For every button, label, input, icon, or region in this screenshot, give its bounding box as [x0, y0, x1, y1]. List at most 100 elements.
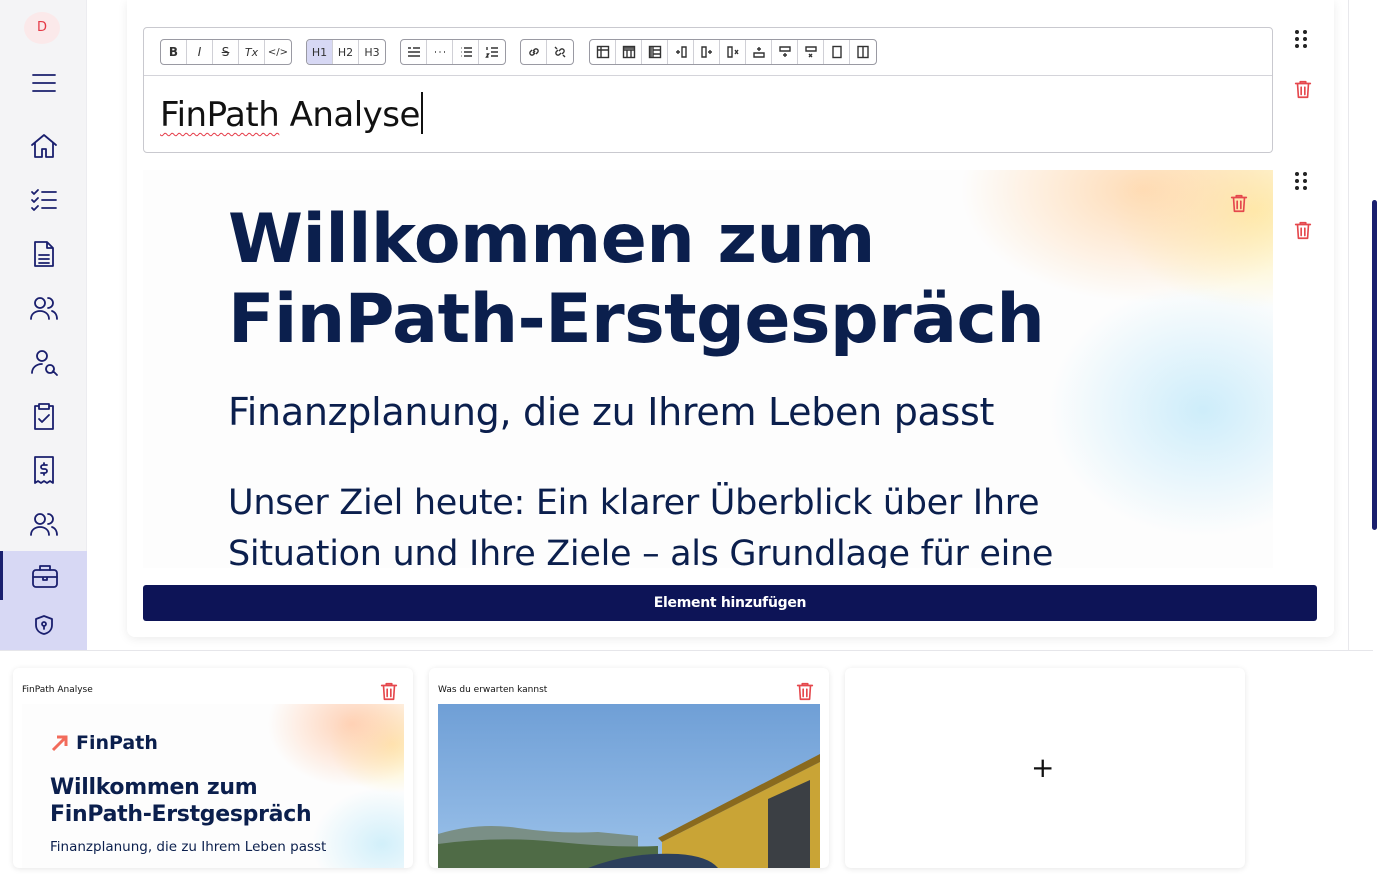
- logo-text: FinPath: [76, 732, 158, 754]
- receipt-dollar-icon: [33, 456, 54, 484]
- toggle-header-row-button[interactable]: [616, 40, 642, 64]
- merge-cells-icon: [831, 45, 842, 59]
- sidebar-item-tasks[interactable]: [0, 178, 87, 222]
- clear-format-button[interactable]: Tx: [239, 40, 265, 64]
- toolbar-group-blocks: [400, 39, 506, 65]
- menu-button[interactable]: [0, 61, 87, 105]
- users-icon: [29, 297, 58, 320]
- code-button[interactable]: </>: [265, 40, 291, 64]
- col-delete-icon: [726, 46, 739, 58]
- quote-button[interactable]: [401, 40, 427, 64]
- thumbnail-title: FinPath Analyse: [22, 685, 93, 695]
- preview-heading-line1: Willkommen zum: [228, 200, 875, 279]
- bullet-list-button[interactable]: [453, 40, 479, 64]
- sidebar-item-team[interactable]: [0, 502, 87, 546]
- toggle-header-col-button[interactable]: [642, 40, 668, 64]
- add-element-button[interactable]: Element hinzufügen: [143, 585, 1317, 621]
- italic-button[interactable]: I: [187, 40, 213, 64]
- merge-cells-button[interactable]: [824, 40, 850, 64]
- shield-icon: [34, 615, 53, 635]
- text-caret: [420, 92, 423, 134]
- trash-icon: [1294, 221, 1312, 240]
- sidebar-item-billing[interactable]: [0, 448, 87, 492]
- split-cell-button[interactable]: [850, 40, 876, 64]
- horizontal-rule-icon: [434, 51, 445, 53]
- unlink-button[interactable]: [547, 40, 573, 64]
- finpath-logo: FinPath: [50, 732, 158, 754]
- horizontal-rule-button[interactable]: [427, 40, 453, 64]
- sidebar-item-contacts[interactable]: [0, 286, 87, 330]
- avatar[interactable]: D: [24, 12, 60, 44]
- h1-button[interactable]: H1: [307, 40, 333, 64]
- sidebar-item-documents[interactable]: [0, 232, 87, 276]
- thumbnail-heading-line1: Willkommen zum: [50, 775, 258, 800]
- hamburger-icon: [31, 74, 56, 92]
- thumbnail-title: Was du erwarten kannst: [438, 685, 548, 695]
- thumbnail-subtitle: Finanzplanung, die zu Ihrem Leben passt: [50, 839, 327, 855]
- plus-icon: +: [1031, 751, 1055, 784]
- user-search-icon: [30, 350, 58, 376]
- document-icon: [33, 241, 54, 267]
- sidebar-item-security[interactable]: [0, 600, 87, 650]
- ordered-list-button[interactable]: [479, 40, 505, 64]
- bullet-list-icon: [460, 47, 472, 57]
- add-row-after-button[interactable]: [772, 40, 798, 64]
- drag-handle-block-1[interactable]: [1292, 28, 1312, 52]
- checklist-icon: [30, 189, 57, 211]
- bold-button[interactable]: B: [161, 40, 187, 64]
- panel-divider: [1348, 0, 1349, 650]
- link-button[interactable]: [521, 40, 547, 64]
- unlink-icon: [554, 46, 566, 58]
- delete-preview-image-button[interactable]: [1228, 192, 1250, 214]
- delete-block-1-button[interactable]: [1292, 78, 1314, 100]
- trash-icon: [1230, 194, 1248, 213]
- table-header-row-icon: [622, 45, 635, 59]
- rich-text-editor: B I S Tx </> H1 H2 H3 FinPath Analyse: [143, 27, 1273, 153]
- add-col-before-button[interactable]: [668, 40, 694, 64]
- editor-content[interactable]: FinPath Analyse: [160, 92, 423, 135]
- row-delete-icon: [804, 46, 817, 58]
- slide-thumbnail-2[interactable]: Was du erwarten kannst: [429, 668, 829, 868]
- arrow-logo-icon: [51, 735, 68, 752]
- app-root: D B I S Tx </> H1 H2 H3 FinPath Analyse …: [0, 0, 1377, 886]
- toolbar-group-format: B I S Tx </>: [160, 39, 292, 65]
- sidebar-item-search-person[interactable]: [0, 340, 87, 384]
- delete-block-2-button[interactable]: [1292, 219, 1314, 241]
- sidebar-item-portfolio[interactable]: [0, 551, 87, 601]
- slide-thumbnail-1[interactable]: FinPath Analyse FinPath Willkommen zum F…: [13, 668, 413, 868]
- row-after-icon: [778, 46, 791, 57]
- toolbar-group-headings: H1 H2 H3: [306, 39, 386, 65]
- thumbnail-photo: [438, 704, 820, 868]
- sidebar-item-home[interactable]: [0, 124, 87, 168]
- photo-scene: [438, 754, 820, 868]
- drag-handle-block-2[interactable]: [1292, 170, 1312, 194]
- insert-table-button[interactable]: [590, 40, 616, 64]
- slide-preview: Willkommen zum FinPath-Erstgespräch Fina…: [143, 170, 1273, 568]
- split-cell-icon: [857, 45, 869, 59]
- add-row-before-button[interactable]: [746, 40, 772, 64]
- thumbnail-preview-image: FinPath Willkommen zum FinPath-Erstgespr…: [22, 704, 404, 868]
- preview-body-line2: Situation und Ihre Ziele – als Grundlage…: [228, 534, 1054, 568]
- strike-button[interactable]: S: [213, 40, 239, 64]
- add-col-after-button[interactable]: [694, 40, 720, 64]
- quote-icon: [407, 47, 420, 57]
- scrollbar[interactable]: [1372, 200, 1377, 530]
- thumbnail-heading-line2: FinPath-Erstgespräch: [50, 802, 312, 827]
- toolbar-group-table: [589, 39, 877, 65]
- editor-word-misspelled: FinPath: [160, 95, 280, 135]
- h2-button[interactable]: H2: [333, 40, 359, 64]
- editor-word: Analyse: [279, 95, 421, 135]
- add-slide-card[interactable]: +: [845, 668, 1245, 868]
- h3-button[interactable]: H3: [359, 40, 385, 64]
- delete-slide-1-button[interactable]: [378, 680, 400, 702]
- delete-slide-2-button[interactable]: [794, 680, 816, 702]
- delete-row-button[interactable]: [798, 40, 824, 64]
- link-icon: [528, 48, 539, 56]
- sidebar-item-clipboard[interactable]: [0, 394, 87, 438]
- users-icon: [29, 513, 58, 536]
- delete-col-button[interactable]: [720, 40, 746, 64]
- preview-body-line1: Unser Ziel heute: Ein klarer Überblick ü…: [228, 483, 1040, 523]
- thumbnail-heading: Willkommen zum FinPath-Erstgespräch: [50, 774, 312, 828]
- table-header-col-icon: [648, 45, 661, 59]
- preview-body: Unser Ziel heute: Ein klarer Überblick ü…: [228, 478, 1128, 568]
